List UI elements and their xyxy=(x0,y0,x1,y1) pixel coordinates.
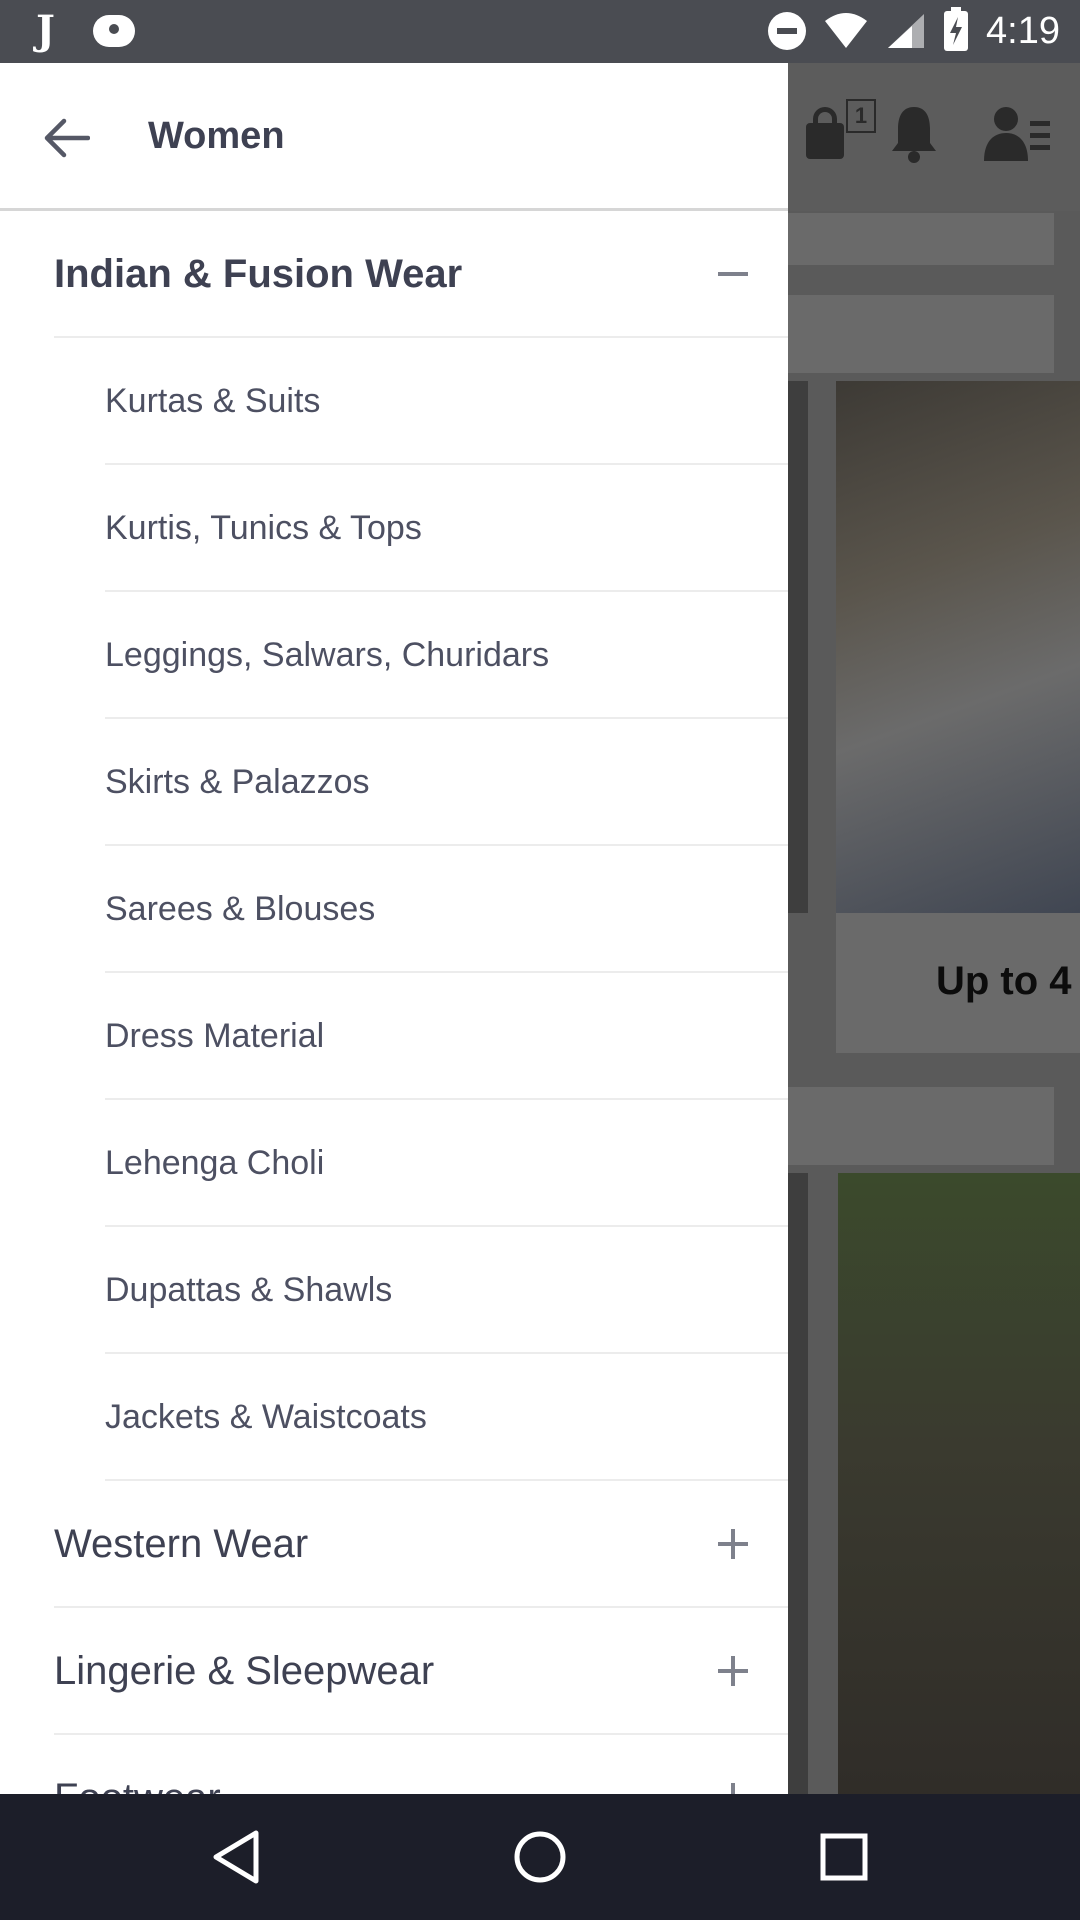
wifi-icon xyxy=(825,13,868,48)
subcategory-label: Leggings, Salwars, Churidars xyxy=(105,635,550,674)
category-indian-fusion-wear[interactable]: Indian & Fusion Wear xyxy=(54,211,788,338)
banner-caption: Up to 4 xyxy=(836,913,1080,1053)
nav-home-icon[interactable] xyxy=(510,1827,570,1887)
category-western-wear[interactable]: Western Wear xyxy=(54,1481,788,1608)
bell-icon xyxy=(892,107,936,163)
subcategory-dress-material[interactable]: Dress Material xyxy=(105,973,788,1100)
clock: 4:19 xyxy=(986,10,1060,52)
battery-charging-icon xyxy=(944,7,969,51)
back-button[interactable] xyxy=(36,107,98,169)
subcategory-label: Jackets & Waistcoats xyxy=(105,1397,427,1436)
signal-icon xyxy=(888,14,925,48)
background-image xyxy=(836,381,1080,913)
subcategory-kurtis-tunics-tops[interactable]: Kurtis, Tunics & Tops xyxy=(105,465,788,592)
subcategory-leggings-salwars-churidars[interactable]: Leggings, Salwars, Churidars xyxy=(105,592,788,719)
subcategory-skirts-palazzos[interactable]: Skirts & Palazzos xyxy=(105,719,788,846)
subcategory-label: Skirts & Palazzos xyxy=(105,762,370,801)
j-app-icon: J xyxy=(36,7,55,54)
plus-icon[interactable] xyxy=(718,1528,748,1559)
shopping-bag-icon: 1 xyxy=(806,99,876,159)
drawer-header: Women xyxy=(0,63,788,211)
subcategory-label: Sarees & Blouses xyxy=(105,889,376,928)
background-strip xyxy=(788,1087,1054,1165)
category-label: Footwear xyxy=(54,1774,221,1795)
category-footwear[interactable]: Footwear xyxy=(54,1735,788,1794)
nav-back-icon[interactable] xyxy=(206,1827,266,1887)
subcategory-kurtas-suits[interactable]: Kurtas & Suits xyxy=(105,338,788,465)
category-label: Indian & Fusion Wear xyxy=(54,251,463,296)
category-lingerie-sleepwear[interactable]: Lingerie & Sleepwear xyxy=(54,1608,788,1735)
background-strip xyxy=(788,213,1054,265)
navigation-drawer: Women Indian & Fusion Wear Kurtas & Suit… xyxy=(0,63,788,1794)
subcategory-label: Lehenga Choli xyxy=(105,1143,325,1182)
subcategory-lehenga-choli[interactable]: Lehenga Choli xyxy=(105,1100,788,1227)
plus-icon[interactable] xyxy=(718,1782,748,1795)
category-menu: Indian & Fusion Wear Kurtas & Suits Kurt… xyxy=(0,211,788,1794)
subcategory-label: Kurtas & Suits xyxy=(105,381,321,420)
nav-recents-icon[interactable] xyxy=(814,1827,874,1887)
system-navigation-bar xyxy=(0,1794,1080,1920)
background-image xyxy=(838,1173,1080,1794)
subcategory-label: Dupattas & Shawls xyxy=(105,1270,393,1309)
category-label: Western Wear xyxy=(54,1521,309,1566)
arrow-left-icon xyxy=(44,118,90,158)
category-label: Lingerie & Sleepwear xyxy=(54,1648,435,1693)
background-strip xyxy=(788,295,1054,373)
profile-icon xyxy=(984,107,1050,161)
subcategory-sarees-blouses[interactable]: Sarees & Blouses xyxy=(105,846,788,973)
chat-icon xyxy=(92,15,135,47)
subcategory-dupattas-shawls[interactable]: Dupattas & Shawls xyxy=(105,1227,788,1354)
status-bar: J 4:19 xyxy=(0,0,1080,63)
subcategory-label: Kurtis, Tunics & Tops xyxy=(105,508,422,547)
subcategory-jackets-waistcoats[interactable]: Jackets & Waistcoats xyxy=(105,1354,788,1481)
subcategory-label: Dress Material xyxy=(105,1016,325,1055)
do-not-disturb-icon xyxy=(768,12,807,50)
bag-count-badge: 1 xyxy=(846,99,876,133)
minus-icon[interactable] xyxy=(718,259,748,289)
drawer-title: Women xyxy=(148,115,285,157)
plus-icon[interactable] xyxy=(718,1655,748,1686)
